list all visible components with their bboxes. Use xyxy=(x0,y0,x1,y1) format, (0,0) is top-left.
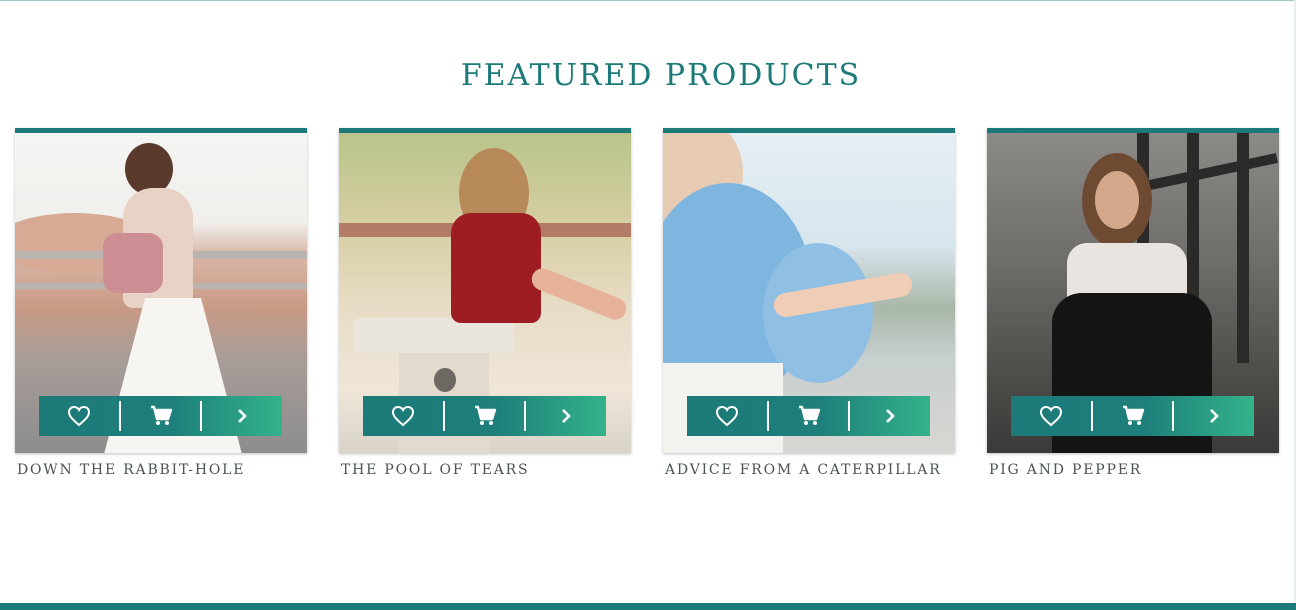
product-image[interactable] xyxy=(987,128,1279,453)
add-to-cart-button[interactable] xyxy=(769,396,849,436)
cart-icon xyxy=(1122,405,1144,425)
add-to-cart-button[interactable] xyxy=(1093,396,1173,436)
product-image[interactable] xyxy=(339,128,631,453)
top-divider xyxy=(0,0,1296,1)
product-actions xyxy=(687,396,930,436)
view-details-button[interactable] xyxy=(202,396,282,436)
heart-icon xyxy=(67,405,90,427)
product-actions xyxy=(363,396,606,436)
product-name[interactable]: PIG AND PEPPER xyxy=(987,462,1279,478)
wishlist-button[interactable] xyxy=(39,396,119,436)
product-card[interactable]: PIG AND PEPPER xyxy=(987,128,1279,478)
product-actions xyxy=(1011,396,1254,436)
product-image[interactable] xyxy=(15,128,307,453)
wishlist-button[interactable] xyxy=(1011,396,1091,436)
product-name[interactable]: THE POOL OF TEARS xyxy=(339,462,631,478)
wishlist-button[interactable] xyxy=(363,396,443,436)
cart-icon xyxy=(474,405,496,425)
product-image[interactable] xyxy=(663,128,955,453)
product-name[interactable]: ADVICE FROM A CATERPILLAR xyxy=(663,462,955,478)
chevron-right-icon xyxy=(886,409,896,423)
heart-icon xyxy=(715,405,738,427)
product-actions xyxy=(39,396,282,436)
add-to-cart-button[interactable] xyxy=(445,396,525,436)
heart-icon xyxy=(1039,405,1062,427)
product-card[interactable]: THE POOL OF TEARS xyxy=(339,128,631,478)
chevron-right-icon xyxy=(238,409,248,423)
wishlist-button[interactable] xyxy=(687,396,767,436)
product-card[interactable]: ADVICE FROM A CATERPILLAR xyxy=(663,128,955,478)
view-details-button[interactable] xyxy=(850,396,930,436)
view-details-button[interactable] xyxy=(1174,396,1254,436)
product-name[interactable]: DOWN THE RABBIT-HOLE xyxy=(15,462,307,478)
cart-icon xyxy=(798,405,820,425)
view-details-button[interactable] xyxy=(526,396,606,436)
section-title: FEATURED PRODUCTS xyxy=(460,58,862,93)
add-to-cart-button[interactable] xyxy=(121,396,201,436)
chevron-right-icon xyxy=(562,409,572,423)
heart-icon xyxy=(391,405,414,427)
footer-bar xyxy=(0,603,1296,610)
chevron-right-icon xyxy=(1210,409,1220,423)
product-card[interactable]: DOWN THE RABBIT-HOLE xyxy=(15,128,307,478)
cart-icon xyxy=(150,405,172,425)
